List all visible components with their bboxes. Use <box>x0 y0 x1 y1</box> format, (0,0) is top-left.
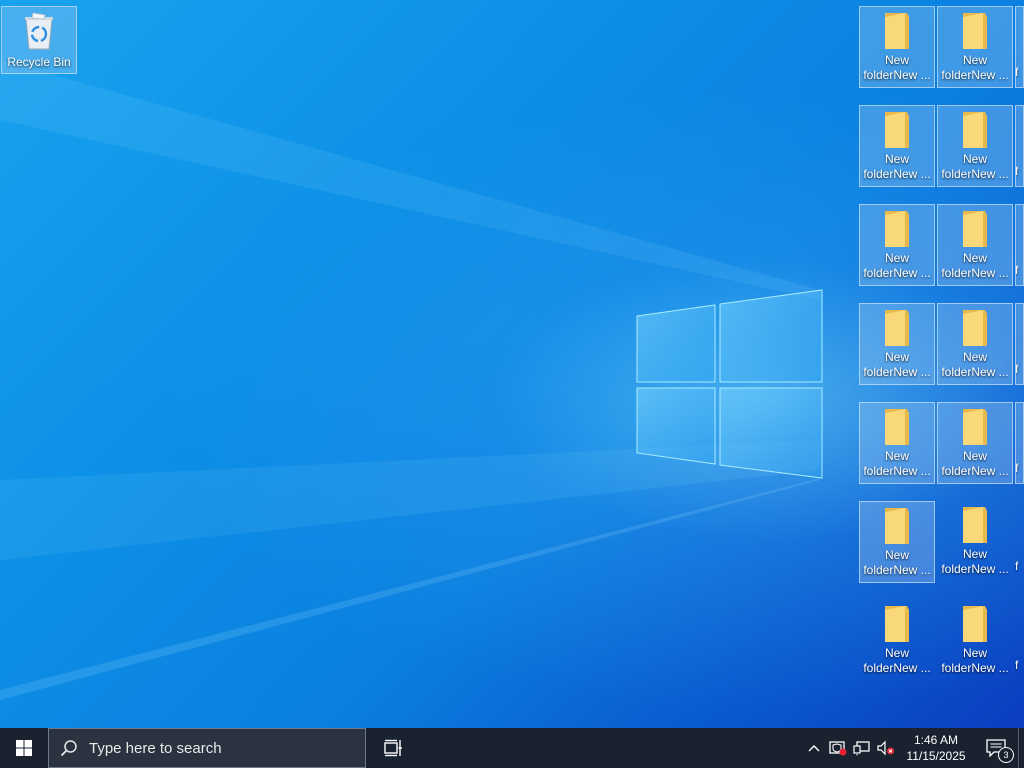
folder-icon-item[interactable]: New folderNew ... <box>859 204 935 286</box>
folder-label: New folderNew ... <box>941 53 1009 82</box>
folder-icon <box>877 308 917 348</box>
folder-label: New folderNew ... <box>941 350 1009 379</box>
folder-icon <box>877 110 917 150</box>
start-button[interactable] <box>0 728 48 768</box>
folder-icon <box>955 110 995 150</box>
folder-icon <box>877 209 917 249</box>
taskbar: Type here to search 1:46 AM 11/15/2025 3 <box>0 728 1024 768</box>
folder-icon <box>877 604 917 644</box>
folder-label: f <box>1015 65 1019 79</box>
folder-icon-item[interactable]: New folderNew ... <box>937 501 1013 583</box>
folder-label: New folderNew ... <box>941 152 1009 181</box>
folder-icon-item[interactable]: New folderNew ... <box>937 600 1013 682</box>
folder-icon-item[interactable]: New folderNew ... <box>859 303 935 385</box>
folder-label: f <box>1015 362 1019 376</box>
folder-icon <box>955 505 995 545</box>
recycle-bin-label: Recycle Bin <box>7 55 71 69</box>
recycle-bin-icon <box>19 11 59 51</box>
folder-label: New folderNew ... <box>941 251 1009 280</box>
notification-count-badge: 3 <box>998 747 1014 763</box>
security-tray-button[interactable] <box>826 728 850 768</box>
task-view-icon <box>384 739 402 757</box>
folder-icon <box>877 506 917 546</box>
folder-icon-item[interactable]: New folderNew ... <box>937 402 1013 484</box>
folder-icon-item[interactable]: New folderNew ... <box>859 105 935 187</box>
folder-icon-item[interactable]: New folderNew ... <box>937 105 1013 187</box>
folder-icon-item-partial[interactable]: f <box>1015 6 1024 88</box>
folder-icon-item-partial[interactable]: f <box>1015 402 1024 484</box>
folder-label: f <box>1015 658 1019 672</box>
volume-muted-icon <box>877 740 894 756</box>
folder-label: New folderNew ... <box>863 646 931 675</box>
search-box[interactable]: Type here to search <box>48 728 366 768</box>
windows-start-icon <box>16 740 32 756</box>
action-center-button[interactable]: 3 <box>974 728 1018 768</box>
folder-label: New folderNew ... <box>863 548 931 577</box>
folder-icon-item[interactable]: New folderNew ... <box>937 6 1013 88</box>
folder-icon-item-partial[interactable]: f <box>1015 303 1024 385</box>
folder-icon-item[interactable]: New folderNew ... <box>859 402 935 484</box>
folder-icon <box>877 11 917 51</box>
folder-label: New folderNew ... <box>863 449 931 478</box>
folder-icon <box>955 604 995 644</box>
folder-label: New folderNew ... <box>863 350 931 379</box>
volume-tray-button[interactable] <box>874 728 898 768</box>
security-icon <box>829 741 847 756</box>
folder-icon <box>877 407 917 447</box>
folder-icon-item[interactable]: New folderNew ... <box>937 303 1013 385</box>
search-placeholder: Type here to search <box>89 739 222 757</box>
folder-label: New folderNew ... <box>863 53 931 82</box>
folder-label: f <box>1015 559 1019 573</box>
system-tray: 1:46 AM 11/15/2025 3 <box>802 728 1024 768</box>
folder-icon <box>955 11 995 51</box>
clock[interactable]: 1:46 AM 11/15/2025 <box>898 732 974 764</box>
folder-icon <box>955 308 995 348</box>
folder-icon-item-partial[interactable]: f <box>1015 105 1024 187</box>
clock-time: 1:46 AM <box>913 733 959 747</box>
show-desktop-button[interactable] <box>1018 728 1024 768</box>
folder-label: f <box>1015 263 1019 277</box>
folder-icon-item-partial[interactable]: f <box>1015 501 1024 583</box>
folder-label: New folderNew ... <box>941 449 1009 478</box>
recycle-bin[interactable]: Recycle Bin <box>1 6 77 74</box>
folder-icon <box>955 407 995 447</box>
folder-icon-item-partial[interactable]: f <box>1015 204 1024 286</box>
folder-label: New folderNew ... <box>863 152 931 181</box>
chevron-up-icon <box>808 745 820 752</box>
folder-icon-item[interactable]: New folderNew ... <box>859 501 935 583</box>
network-icon <box>853 741 870 756</box>
clock-date: 11/15/2025 <box>906 749 966 763</box>
folder-icon <box>955 209 995 249</box>
network-tray-button[interactable] <box>850 728 874 768</box>
folder-icon-item[interactable]: New folderNew ... <box>859 6 935 88</box>
folder-label: f <box>1015 164 1019 178</box>
show-hidden-icons-button[interactable] <box>802 728 826 768</box>
folder-label: New folderNew ... <box>941 547 1009 576</box>
search-icon <box>49 739 89 757</box>
folder-label: New folderNew ... <box>941 646 1009 675</box>
folder-icon-item[interactable]: New folderNew ... <box>937 204 1013 286</box>
desktop[interactable]: Recycle Bin New folderNew ... New folder… <box>0 0 1024 728</box>
folder-icon-item[interactable]: New folderNew ... <box>859 600 935 682</box>
folder-label: New folderNew ... <box>863 251 931 280</box>
task-view-button[interactable] <box>370 728 418 768</box>
folder-icon-item-partial[interactable]: f <box>1015 600 1024 682</box>
folder-label: f <box>1015 461 1019 475</box>
